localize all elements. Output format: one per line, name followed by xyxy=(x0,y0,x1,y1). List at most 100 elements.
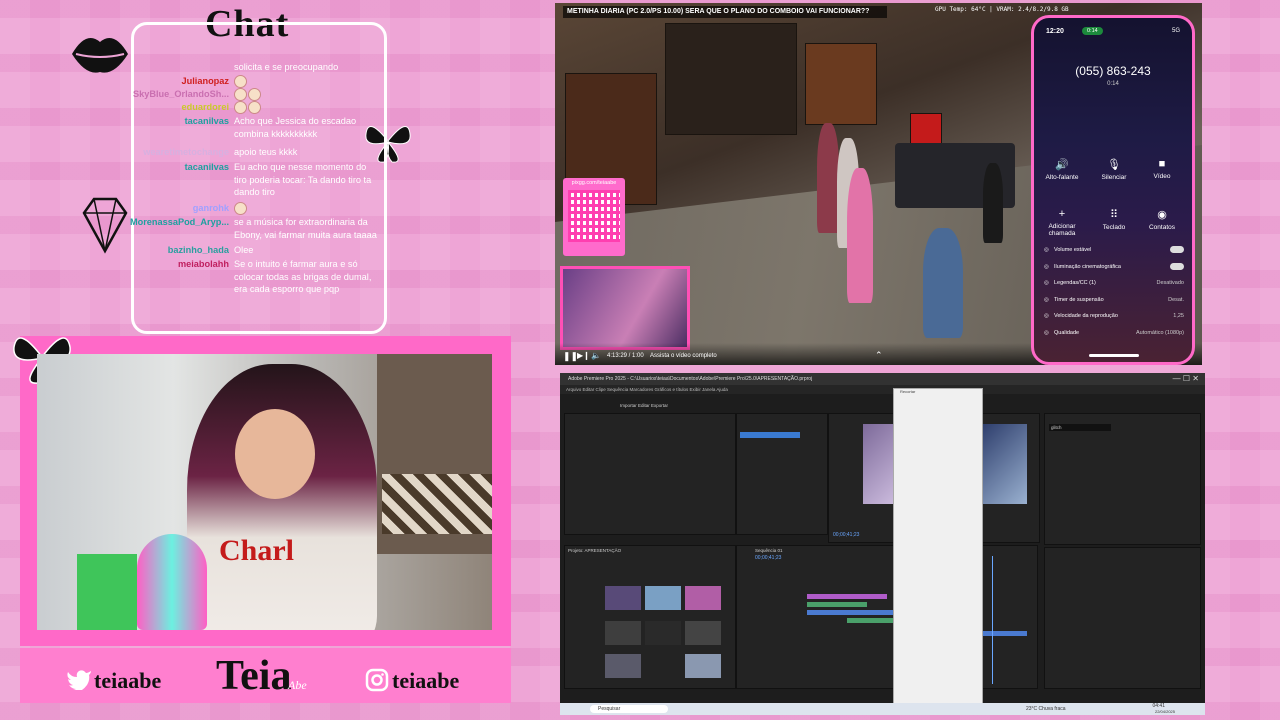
news-ticker: METINHA DIARIA (PC 2.0/PS 10.00) SERA QU… xyxy=(563,6,887,18)
mini-webcam xyxy=(560,266,690,350)
chat-username[interactable]: bazinho_hada xyxy=(129,244,229,257)
emote-icon xyxy=(248,101,261,115)
chat-text: se a música for extraordinaria da Ebony,… xyxy=(234,217,377,240)
chat-username[interactable]: wearetimetochange xyxy=(129,146,229,159)
character xyxy=(983,163,1003,243)
workspace-tabs[interactable]: Importar Editar Exportar xyxy=(620,403,668,408)
media-thumb[interactable] xyxy=(605,586,641,610)
premiere-menubar[interactable]: Arquivo Editar Clipe Sequência Marcadore… xyxy=(560,385,1205,394)
emote-icon xyxy=(234,88,247,102)
chat-text: Se o intuito é farmar aura e só colocar … xyxy=(234,259,372,294)
timeline-clip[interactable] xyxy=(807,594,887,599)
media-thumb[interactable] xyxy=(605,621,641,645)
window-controls-icon[interactable]: — ☐ ✕ xyxy=(1173,373,1199,385)
green-bag xyxy=(77,554,137,630)
character xyxy=(923,228,963,338)
qr-code xyxy=(568,190,620,242)
project-panel: Projeto: APRESENTAÇÃO xyxy=(564,545,736,689)
program-timecode: 00;00;41;23 xyxy=(833,532,860,538)
bed-pattern xyxy=(382,474,492,534)
setting-label: Volume estável xyxy=(1054,247,1092,253)
phone-button-label: Contatos xyxy=(1148,224,1176,231)
home-indicator xyxy=(1089,354,1139,357)
setting-value: Automático (1080p) xyxy=(1136,329,1184,336)
mic-icon: 🎙 xyxy=(1107,159,1121,171)
weather: 23°C Chuva fraca xyxy=(1026,706,1066,712)
context-menu-item[interactable]: Recortar xyxy=(897,389,982,396)
setting-toggle[interactable] xyxy=(1170,262,1184,270)
phone-button-speaker[interactable]: 🔊 Alto-falante xyxy=(1042,158,1082,181)
taskbar-search[interactable]: Pesquisar xyxy=(590,705,668,713)
emote-icon xyxy=(234,202,247,216)
chat-text: Olee xyxy=(234,245,254,255)
media-thumb[interactable] xyxy=(685,621,721,645)
chat-box: solicita e se preocupando Julianopaz SkyBl… xyxy=(129,22,387,334)
setting-icon: ◎ xyxy=(1044,247,1049,253)
chat-username[interactable]: tacanilvas xyxy=(129,115,229,128)
setting-value: 1,25 xyxy=(1173,313,1184,319)
media-thumb[interactable] xyxy=(685,586,721,610)
media-thumb[interactable] xyxy=(645,586,681,610)
media-thumb[interactable] xyxy=(605,654,641,678)
player-setting-row[interactable]: ◎ Iluminação cinematográfica xyxy=(1044,261,1184,273)
effect-controls-panel xyxy=(564,413,736,535)
chat-text xyxy=(234,75,379,89)
phone-button-mic[interactable]: 🎙 Silenciar xyxy=(1094,158,1134,181)
effects-search[interactable]: glitch xyxy=(1049,424,1111,431)
volume-icon[interactable]: 🔈 xyxy=(591,351,601,360)
red-cart xyxy=(910,113,942,145)
player-time: 4:13:29 / 1:00 xyxy=(607,353,644,359)
player-setting-row[interactable]: ◎ Timer de suspensão Desat. xyxy=(1044,294,1184,306)
chat-username[interactable]: eduardorei xyxy=(129,101,229,114)
chat-text: Eu acho que nesse momento do tiro poderi… xyxy=(234,162,372,197)
source-panel xyxy=(736,413,828,535)
setting-toggle[interactable] xyxy=(1170,246,1184,253)
timeline-panel: Sequência 01 00;00;41;23 xyxy=(736,545,1038,689)
sequence-name: Sequência 01 xyxy=(755,548,783,553)
media-thumb[interactable] xyxy=(685,654,721,678)
streamer-face xyxy=(235,409,315,499)
player-setting-row[interactable]: ◎ Velocidade da reprodução 1,25 xyxy=(1044,310,1184,322)
emote-icon xyxy=(234,75,247,89)
chat-username[interactable]: MorenassaPod_Aryp... xyxy=(129,216,229,229)
setting-icon: ◎ xyxy=(1044,313,1049,319)
phone-call-overlay: 12:20 0:14 5G (055) 863-243 0:14 🔊 Alto-f… xyxy=(1031,15,1195,365)
phone-button-plus[interactable]: + Adicionar chamada xyxy=(1042,208,1082,237)
taskbar-date: 22/04/2025 xyxy=(1154,709,1175,714)
microphone xyxy=(137,534,207,630)
player-setting-row[interactable]: ◎ Qualidade Automático (1080p) xyxy=(1044,327,1184,339)
timeline-clip[interactable] xyxy=(807,610,897,615)
media-thumb[interactable] xyxy=(645,621,681,645)
phone-button-keypad[interactable]: ⠿ Teclado xyxy=(1094,208,1134,231)
chat-username[interactable]: SkyBlue_OrlandoSh... xyxy=(129,88,229,101)
phone-button-contacts[interactable]: ◉ Contatos xyxy=(1142,208,1182,231)
chat-username[interactable]: meiabolahh xyxy=(129,258,229,271)
setting-label: Timer de suspensão xyxy=(1054,296,1104,303)
next-icon[interactable]: ▶❙ xyxy=(577,351,590,360)
webcam-feed: Charl xyxy=(37,354,492,630)
chat-username[interactable]: Julianopaz xyxy=(129,75,229,88)
phone-button-video[interactable]: ■ Vídeo xyxy=(1142,158,1182,180)
chat-text xyxy=(234,101,379,115)
pix-qr-card: pixgg.com/teiaabe xyxy=(563,178,625,256)
play-pause-icon[interactable]: ❚❚ xyxy=(563,351,578,362)
video-icon: ■ xyxy=(1158,158,1166,170)
chat-username[interactable]: tacanilvas xyxy=(129,161,229,174)
shelf xyxy=(665,23,797,135)
source-clip[interactable] xyxy=(740,432,800,438)
chat-username[interactable]: ganrohk xyxy=(129,202,229,215)
timeline-clip[interactable] xyxy=(807,602,867,607)
player-setting-row[interactable]: ◎ Volume estável xyxy=(1044,244,1184,256)
emote-icon xyxy=(248,88,261,102)
playhead[interactable] xyxy=(992,556,993,684)
setting-icon: ◎ xyxy=(1044,280,1049,286)
contacts-icon: ◉ xyxy=(1157,209,1167,221)
qr-caption: pixgg.com/teiaabe xyxy=(571,180,617,186)
twitter-handle: teiaabe xyxy=(94,668,162,693)
chevron-up-icon[interactable]: ⌃ xyxy=(875,350,883,361)
brand-sub: Abe xyxy=(288,678,307,692)
setting-label: Velocidade da reprodução xyxy=(1054,313,1118,319)
lips-icon xyxy=(72,38,128,73)
player-setting-row[interactable]: ◎ Legendas/CC (1) Desativado xyxy=(1044,277,1184,289)
phone-button-label: Silenciar xyxy=(1101,174,1127,181)
